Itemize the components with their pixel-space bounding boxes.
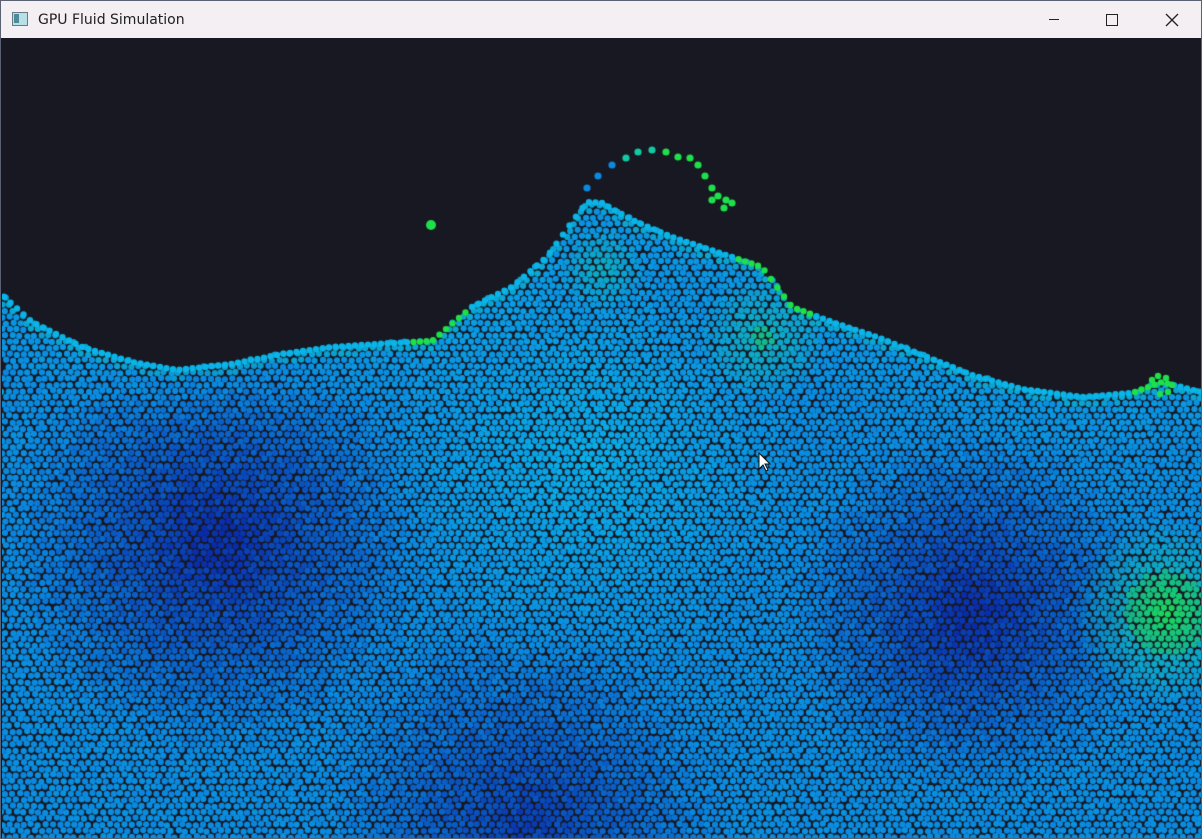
maximize-icon: [1106, 13, 1118, 26]
application-window: GPU Fluid Simulation: [0, 0, 1202, 839]
close-icon: [1165, 13, 1179, 26]
maximize-button[interactable]: [1089, 1, 1135, 38]
minimize-icon: [1049, 19, 1059, 20]
simulation-viewport[interactable]: [2, 38, 1201, 838]
fluid-particle-canvas[interactable]: [2, 38, 1201, 838]
close-button[interactable]: [1149, 1, 1195, 38]
title-bar[interactable]: GPU Fluid Simulation: [1, 1, 1201, 38]
window-title: GPU Fluid Simulation: [38, 12, 185, 28]
app-window-icon: [12, 12, 28, 26]
minimize-button[interactable]: [1031, 1, 1077, 38]
